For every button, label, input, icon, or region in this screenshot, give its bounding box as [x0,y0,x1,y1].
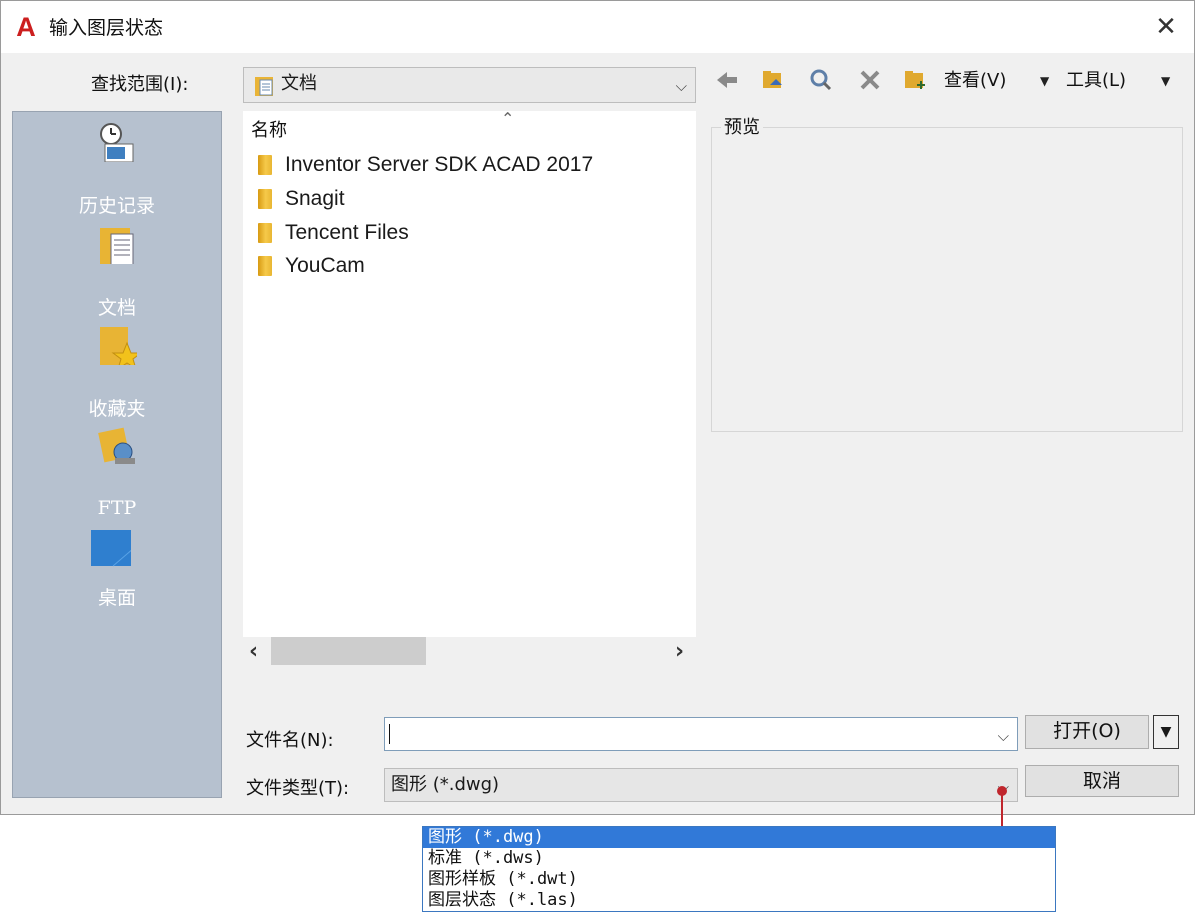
column-header-name[interactable]: 名称 [251,119,287,143]
favorites-icon [100,327,137,365]
file-name: Tencent Files [285,221,409,244]
annotation-line [1001,791,1003,827]
preview-panel [711,127,1183,432]
documents-folder-icon [255,77,273,96]
lookin-label: 查找范围(I): [91,74,189,95]
filetype-dropdown-list[interactable]: 图形 (*.dwg) 标准 (*.dws) 图形样板 (*.dwt) 图层状态 … [422,826,1056,912]
import-layer-state-dialog: A 输入图层状态 ✕ 查找范围(I): 文档 ⌵ 查看(V) ▼ 工具(L) ▼ [0,0,1195,815]
new-folder-button[interactable] [901,67,929,95]
cancel-button[interactable]: 取消 [1025,765,1179,797]
back-button[interactable] [713,67,741,95]
tools-caret-icon[interactable]: ▼ [1161,71,1170,91]
title-bar: A 输入图层状态 ✕ [1,1,1194,53]
folder-icon [258,189,272,209]
lookin-combo[interactable]: 文档 ⌵ [243,67,696,103]
text-caret [389,724,390,744]
chevron-down-icon: ⌵ [675,77,687,95]
chevron-down-icon[interactable]: ⌵ [998,728,1009,744]
up-folder-icon [763,71,782,88]
sort-ascending-icon: ⌃ [501,109,515,128]
filetype-option[interactable]: 图形 (*.dwg) [423,827,1055,848]
view-caret-icon[interactable]: ▼ [1040,71,1049,91]
open-options-button[interactable]: ▼ [1153,715,1179,749]
scroll-thumb[interactable] [271,637,426,665]
file-name: Snagit [285,187,345,210]
close-button[interactable]: ✕ [1152,13,1180,41]
folder-icon [258,155,272,175]
scroll-right-icon[interactable]: › [675,639,684,665]
place-desktop-label: 桌面 [97,587,136,609]
filetype-value: 图形 (*.dwg) [391,774,500,795]
filetype-combo[interactable]: 图形 (*.dwg) ⌵ [384,768,1018,802]
search-web-icon [810,69,832,91]
up-folder-button[interactable] [759,67,787,95]
view-menu[interactable]: 查看(V) [944,69,1006,93]
filename-label: 文件名(N): [246,730,334,751]
folder-icon [258,223,272,243]
documents-icon [100,228,134,264]
folder-icon [258,256,272,276]
delete-icon [860,70,880,90]
filename-input[interactable]: ⌵ [384,717,1018,751]
search-web-button[interactable] [807,67,835,95]
preview-label: 预览 [721,116,763,140]
lookin-value: 文档 [281,73,317,94]
horizontal-scrollbar[interactable]: ‹ › [243,637,696,667]
file-list: ⌃ 名称 Inventor Server SDK ACAD 2017 Snagi… [243,109,696,637]
place-ftp-label: FTP [97,497,137,519]
places-sidebar: 历史记录 文档 收藏夹 FTP 桌面 [12,111,222,798]
place-documents-label: 文档 [97,297,136,319]
file-name: YouCam [285,254,365,277]
file-name: Inventor Server SDK ACAD 2017 [285,153,594,176]
ftp-icon [98,427,135,464]
filetype-option[interactable]: 图层状态 (*.las) [423,890,1055,911]
autocad-logo-icon: A [16,12,36,42]
tools-menu[interactable]: 工具(L) [1066,69,1126,93]
open-button[interactable]: 打开(O) [1025,715,1149,749]
desktop-icon [91,530,131,567]
history-icon [100,123,134,162]
place-history-label: 历史记录 [78,195,155,217]
filetype-label: 文件类型(T): [246,778,350,799]
filetype-option[interactable]: 标准 (*.dws) [423,848,1055,869]
back-arrow-icon [717,72,737,88]
filetype-option[interactable]: 图形样板 (*.dwt) [423,869,1055,890]
new-folder-icon [905,71,925,89]
delete-button[interactable] [856,67,884,95]
scroll-left-icon[interactable]: ‹ [249,639,258,665]
place-favorites-label: 收藏夹 [88,398,146,420]
window-title: 输入图层状态 [49,17,164,39]
